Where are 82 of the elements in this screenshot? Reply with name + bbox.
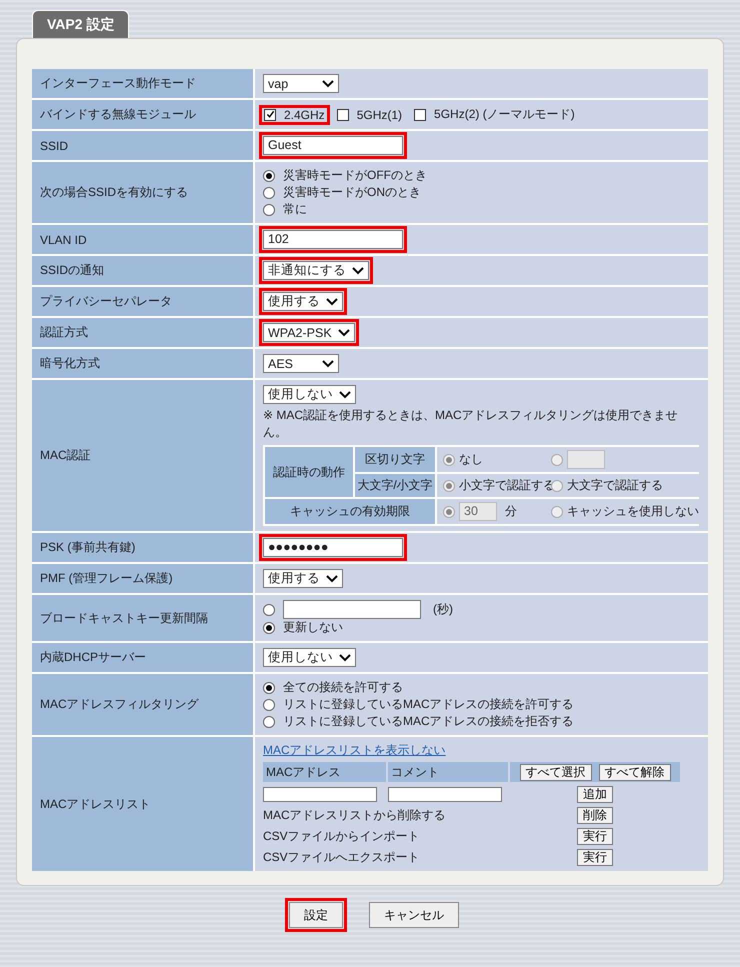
- field-label: MACアドレスフィルタリング: [32, 674, 253, 735]
- dropdown[interactable]: WPA2-PSK: [263, 323, 355, 342]
- radio-button[interactable]: [263, 186, 275, 198]
- radio-button[interactable]: [263, 604, 275, 616]
- dropdown[interactable]: 非通知にする: [263, 261, 369, 280]
- action-label: CSVファイルへエクスポート: [263, 849, 421, 866]
- radio-button[interactable]: [263, 622, 275, 634]
- radio-label: 大文字で認証する: [567, 477, 663, 494]
- unit-label: 分: [505, 503, 517, 520]
- field-label: バインドする無線モジュール: [32, 100, 253, 129]
- action-label: CSVファイルからインポート: [263, 828, 421, 845]
- field-label: MAC認証: [32, 380, 253, 531]
- checkbox-option[interactable]: 5GHz(1): [332, 104, 408, 124]
- dropdown[interactable]: 使用しない: [263, 648, 356, 667]
- radio-button[interactable]: [263, 682, 275, 694]
- chevron-icon: [339, 654, 351, 662]
- field-label: 認証方式: [32, 318, 253, 347]
- field-label: PMF (管理フレーム保護): [32, 564, 253, 593]
- chevron-icon: [322, 80, 334, 88]
- text-field[interactable]: [283, 600, 421, 619]
- chevron-icon: [352, 266, 364, 274]
- chevron-icon: [338, 328, 350, 336]
- radio-label: 災害時モードがONのとき: [283, 184, 421, 201]
- form-button[interactable]: キャンセル: [369, 902, 459, 928]
- group-label: 認証時の動作: [265, 447, 353, 497]
- radio-label: 全ての接続を許可する: [283, 679, 403, 696]
- checkbox-option[interactable]: 2.4GHz: [259, 104, 330, 124]
- radio-label: 常に: [283, 201, 307, 218]
- setting-label: 区切り文字: [355, 447, 435, 472]
- list-button[interactable]: すべて解除: [598, 764, 670, 780]
- field-label: ブロードキャストキー更新間隔: [32, 595, 253, 641]
- text-field[interactable]: 102: [263, 230, 403, 249]
- field-label: 暗号化方式: [32, 349, 253, 378]
- dropdown[interactable]: 使用する: [263, 569, 343, 588]
- mac-address-field[interactable]: [263, 787, 377, 802]
- checkbox-option[interactable]: 5GHz(2) (ノーマルモード): [409, 103, 580, 126]
- setting-label: 大文字/小文字: [355, 474, 435, 497]
- radio-label: リストに登録しているMACアドレスの接続を許可する: [283, 696, 574, 713]
- dropdown[interactable]: AES: [263, 354, 339, 373]
- column-header: MACアドレス: [263, 762, 386, 782]
- action-label: MACアドレスリストから削除する: [263, 807, 447, 824]
- dropdown[interactable]: vap: [263, 74, 339, 93]
- field-label: プライバシーセパレータ: [32, 287, 253, 316]
- list-button[interactable]: すべて選択: [520, 764, 592, 780]
- field-label: インターフェース動作モード: [32, 69, 253, 98]
- chevron-icon: [326, 298, 338, 306]
- radio-label: 災害時モードがOFFのとき: [283, 167, 427, 184]
- setting-label: キャッシュの有効期限: [265, 499, 435, 524]
- action-button[interactable]: 削除: [577, 807, 613, 824]
- column-header: コメント: [388, 762, 508, 782]
- form-button[interactable]: 設定: [289, 902, 343, 928]
- radio-label: リストに登録しているMACアドレスの接続を拒否する: [283, 713, 574, 730]
- unit-label: (秒): [433, 601, 453, 618]
- action-button[interactable]: 実行: [577, 828, 613, 845]
- comment-field[interactable]: [388, 787, 502, 802]
- chevron-icon: [339, 390, 351, 398]
- radio-label: なし: [459, 451, 483, 468]
- checkbox[interactable]: [414, 108, 426, 120]
- field-label: SSIDの通知: [32, 256, 253, 285]
- radio-button[interactable]: [263, 204, 275, 216]
- field-label: 次の場合SSIDを有効にする: [32, 162, 253, 223]
- chevron-icon: [322, 360, 334, 368]
- radio-label: 更新しない: [283, 619, 343, 636]
- field-label: 内蔵DHCPサーバー: [32, 643, 253, 672]
- field-label: PSK (事前共有鍵): [32, 533, 253, 562]
- dropdown[interactable]: 使用する: [263, 292, 343, 311]
- action-button[interactable]: 実行: [577, 849, 613, 866]
- note-text: ※ MAC認証を使用するときは、MACアドレスフィルタリングは使用できません。: [263, 407, 679, 441]
- text-field[interactable]: ●●●●●●●●: [263, 538, 403, 557]
- radio-label: キャッシュを使用しない: [567, 503, 699, 520]
- add-button[interactable]: 追加: [577, 786, 613, 803]
- checkbox[interactable]: [264, 108, 276, 120]
- field-label: SSID: [32, 131, 253, 160]
- radio-button[interactable]: [263, 170, 275, 182]
- hide-list-link[interactable]: MACアドレスリストを表示しない: [263, 742, 446, 759]
- field-label: MACアドレスリスト: [32, 737, 253, 871]
- radio-button[interactable]: [263, 698, 275, 710]
- text-field[interactable]: Guest: [263, 136, 403, 155]
- chevron-icon: [326, 574, 338, 582]
- field-label: VLAN ID: [32, 225, 253, 254]
- checkbox[interactable]: [336, 108, 349, 120]
- radio-button[interactable]: [263, 716, 275, 728]
